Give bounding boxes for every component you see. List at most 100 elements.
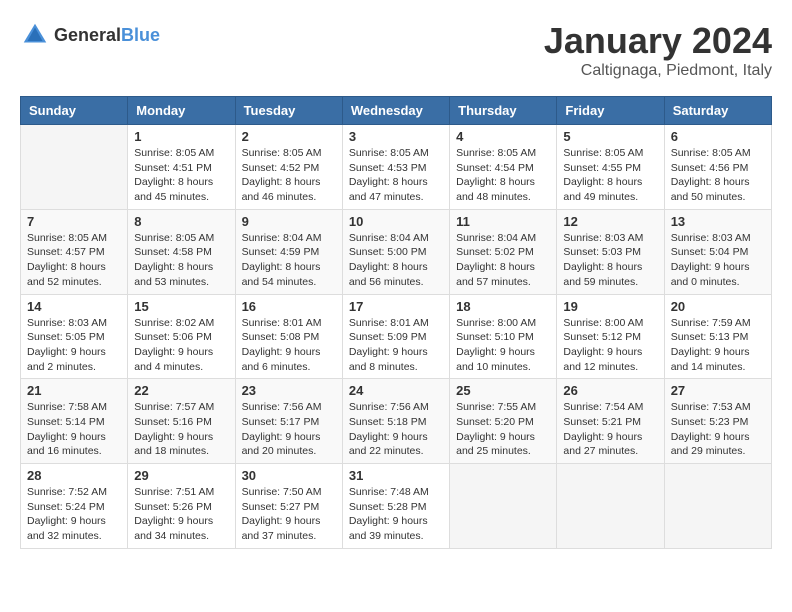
logo-blue-text: Blue <box>121 25 160 45</box>
page-header: GeneralBlue January 2024 Caltignaga, Pie… <box>20 20 772 80</box>
calendar-cell: 27Sunrise: 7:53 AM Sunset: 5:23 PM Dayli… <box>664 379 771 464</box>
calendar-table: SundayMondayTuesdayWednesdayThursdayFrid… <box>20 96 772 549</box>
day-number: 8 <box>134 214 228 229</box>
day-info: Sunrise: 8:01 AM Sunset: 5:08 PM Dayligh… <box>242 316 336 375</box>
day-info: Sunrise: 8:04 AM Sunset: 4:59 PM Dayligh… <box>242 231 336 290</box>
calendar-week-4: 21Sunrise: 7:58 AM Sunset: 5:14 PM Dayli… <box>21 379 772 464</box>
calendar-body: 1Sunrise: 8:05 AM Sunset: 4:51 PM Daylig… <box>21 125 772 549</box>
calendar-cell <box>450 464 557 549</box>
location-subtitle: Caltignaga, Piedmont, Italy <box>544 62 772 80</box>
day-number: 16 <box>242 299 336 314</box>
day-number: 22 <box>134 383 228 398</box>
day-number: 29 <box>134 468 228 483</box>
day-info: Sunrise: 8:03 AM Sunset: 5:03 PM Dayligh… <box>563 231 657 290</box>
calendar-cell: 20 Sunrise: 7:59 AM Sunset: 5:13 PM Dayli… <box>664 294 771 379</box>
day-number: 1 <box>134 129 228 144</box>
day-number: 30 <box>242 468 336 483</box>
day-number: 31 <box>349 468 443 483</box>
day-info: Sunrise: 8:04 AM Sunset: 5:00 PM Dayligh… <box>349 231 443 290</box>
day-info: Sunrise: 7:52 AM Sunset: 5:24 PM Dayligh… <box>27 485 121 544</box>
calendar-cell <box>21 125 128 210</box>
calendar-cell: 31 Sunrise: 7:48 AM Sunset: 5:28 PM Dayli… <box>342 464 449 549</box>
calendar-cell: 12 Sunrise: 8:03 AM Sunset: 5:03 PM Dayli… <box>557 209 664 294</box>
calendar-cell: 25Sunrise: 7:55 AM Sunset: 5:20 PM Dayli… <box>450 379 557 464</box>
calendar-cell: 8 Sunrise: 8:05 AM Sunset: 4:58 PM Daylig… <box>128 209 235 294</box>
month-title: January 2024 <box>544 20 772 62</box>
day-number: 15 <box>134 299 228 314</box>
day-number: 12 <box>563 214 657 229</box>
day-info: Sunrise: 8:02 AM Sunset: 5:06 PM Dayligh… <box>134 316 228 375</box>
day-number: 14 <box>27 299 121 314</box>
calendar-cell: 24 Sunrise: 7:56 AM Sunset: 5:18 PM Dayli… <box>342 379 449 464</box>
calendar-cell: 5Sunrise: 8:05 AM Sunset: 4:55 PM Daylig… <box>557 125 664 210</box>
day-number: 27 <box>671 383 765 398</box>
day-info: Sunrise: 7:54 AM Sunset: 5:21 PM Dayligh… <box>563 400 657 459</box>
calendar-week-1: 1Sunrise: 8:05 AM Sunset: 4:51 PM Daylig… <box>21 125 772 210</box>
day-info: Sunrise: 7:56 AM Sunset: 5:18 PM Dayligh… <box>349 400 443 459</box>
calendar-cell: 1Sunrise: 8:05 AM Sunset: 4:51 PM Daylig… <box>128 125 235 210</box>
day-info: Sunrise: 8:03 AM Sunset: 5:05 PM Dayligh… <box>27 316 121 375</box>
day-info: Sunrise: 8:00 AM Sunset: 5:10 PM Dayligh… <box>456 316 550 375</box>
day-number: 2 <box>242 129 336 144</box>
day-info: Sunrise: 7:48 AM Sunset: 5:28 PM Dayligh… <box>349 485 443 544</box>
day-number: 18 <box>456 299 550 314</box>
calendar-cell: 7 Sunrise: 8:05 AM Sunset: 4:57 PM Daylig… <box>21 209 128 294</box>
day-number: 25 <box>456 383 550 398</box>
day-info: Sunrise: 7:57 AM Sunset: 5:16 PM Dayligh… <box>134 400 228 459</box>
day-info: Sunrise: 7:50 AM Sunset: 5:27 PM Dayligh… <box>242 485 336 544</box>
weekday-header-thursday: Thursday <box>450 97 557 125</box>
day-info: Sunrise: 8:03 AM Sunset: 5:04 PM Dayligh… <box>671 231 765 290</box>
day-info: Sunrise: 8:05 AM Sunset: 4:53 PM Dayligh… <box>349 146 443 205</box>
day-info: Sunrise: 8:00 AM Sunset: 5:12 PM Dayligh… <box>563 316 657 375</box>
day-number: 20 <box>671 299 765 314</box>
weekday-header-row: SundayMondayTuesdayWednesdayThursdayFrid… <box>21 97 772 125</box>
day-info: Sunrise: 8:05 AM Sunset: 4:58 PM Dayligh… <box>134 231 228 290</box>
day-info: Sunrise: 8:05 AM Sunset: 4:56 PM Dayligh… <box>671 146 765 205</box>
calendar-cell: 30 Sunrise: 7:50 AM Sunset: 5:27 PM Dayli… <box>235 464 342 549</box>
calendar-cell: 6Sunrise: 8:05 AM Sunset: 4:56 PM Daylig… <box>664 125 771 210</box>
day-number: 11 <box>456 214 550 229</box>
calendar-cell: 17 Sunrise: 8:01 AM Sunset: 5:09 PM Dayli… <box>342 294 449 379</box>
day-info: Sunrise: 8:04 AM Sunset: 5:02 PM Dayligh… <box>456 231 550 290</box>
day-number: 21 <box>27 383 121 398</box>
day-number: 10 <box>349 214 443 229</box>
calendar-cell: 18 Sunrise: 8:00 AM Sunset: 5:10 PM Dayli… <box>450 294 557 379</box>
calendar-cell: 15 Sunrise: 8:02 AM Sunset: 5:06 PM Dayli… <box>128 294 235 379</box>
day-info: Sunrise: 8:01 AM Sunset: 5:09 PM Dayligh… <box>349 316 443 375</box>
calendar-header: SundayMondayTuesdayWednesdayThursdayFrid… <box>21 97 772 125</box>
calendar-cell: 11 Sunrise: 8:04 AM Sunset: 5:02 PM Dayli… <box>450 209 557 294</box>
calendar-cell: 26 Sunrise: 7:54 AM Sunset: 5:21 PM Dayli… <box>557 379 664 464</box>
day-number: 24 <box>349 383 443 398</box>
logo: GeneralBlue <box>20 20 160 50</box>
title-area: January 2024 Caltignaga, Piedmont, Italy <box>544 20 772 80</box>
calendar-cell: 9 Sunrise: 8:04 AM Sunset: 4:59 PM Daylig… <box>235 209 342 294</box>
weekday-header-sunday: Sunday <box>21 97 128 125</box>
day-number: 26 <box>563 383 657 398</box>
day-number: 19 <box>563 299 657 314</box>
calendar-cell: 19 Sunrise: 8:00 AM Sunset: 5:12 PM Dayli… <box>557 294 664 379</box>
calendar-week-5: 28 Sunrise: 7:52 AM Sunset: 5:24 PM Dayli… <box>21 464 772 549</box>
weekday-header-friday: Friday <box>557 97 664 125</box>
day-number: 17 <box>349 299 443 314</box>
calendar-cell: 28 Sunrise: 7:52 AM Sunset: 5:24 PM Dayli… <box>21 464 128 549</box>
calendar-cell: 21Sunrise: 7:58 AM Sunset: 5:14 PM Dayli… <box>21 379 128 464</box>
day-number: 23 <box>242 383 336 398</box>
day-number: 28 <box>27 468 121 483</box>
day-info: Sunrise: 8:05 AM Sunset: 4:54 PM Dayligh… <box>456 146 550 205</box>
weekday-header-tuesday: Tuesday <box>235 97 342 125</box>
weekday-header-saturday: Saturday <box>664 97 771 125</box>
logo-general-text: General <box>54 25 121 45</box>
day-info: Sunrise: 8:05 AM Sunset: 4:57 PM Dayligh… <box>27 231 121 290</box>
calendar-cell <box>557 464 664 549</box>
day-number: 13 <box>671 214 765 229</box>
day-number: 9 <box>242 214 336 229</box>
day-number: 7 <box>27 214 121 229</box>
calendar-cell: 22 Sunrise: 7:57 AM Sunset: 5:16 PM Dayli… <box>128 379 235 464</box>
calendar-cell: 23Sunrise: 7:56 AM Sunset: 5:17 PM Dayli… <box>235 379 342 464</box>
calendar-cell <box>664 464 771 549</box>
calendar-week-3: 14 Sunrise: 8:03 AM Sunset: 5:05 PM Dayli… <box>21 294 772 379</box>
calendar-cell: 13 Sunrise: 8:03 AM Sunset: 5:04 PM Dayli… <box>664 209 771 294</box>
day-number: 4 <box>456 129 550 144</box>
day-info: Sunrise: 7:59 AM Sunset: 5:13 PM Dayligh… <box>671 316 765 375</box>
day-info: Sunrise: 8:05 AM Sunset: 4:55 PM Dayligh… <box>563 146 657 205</box>
